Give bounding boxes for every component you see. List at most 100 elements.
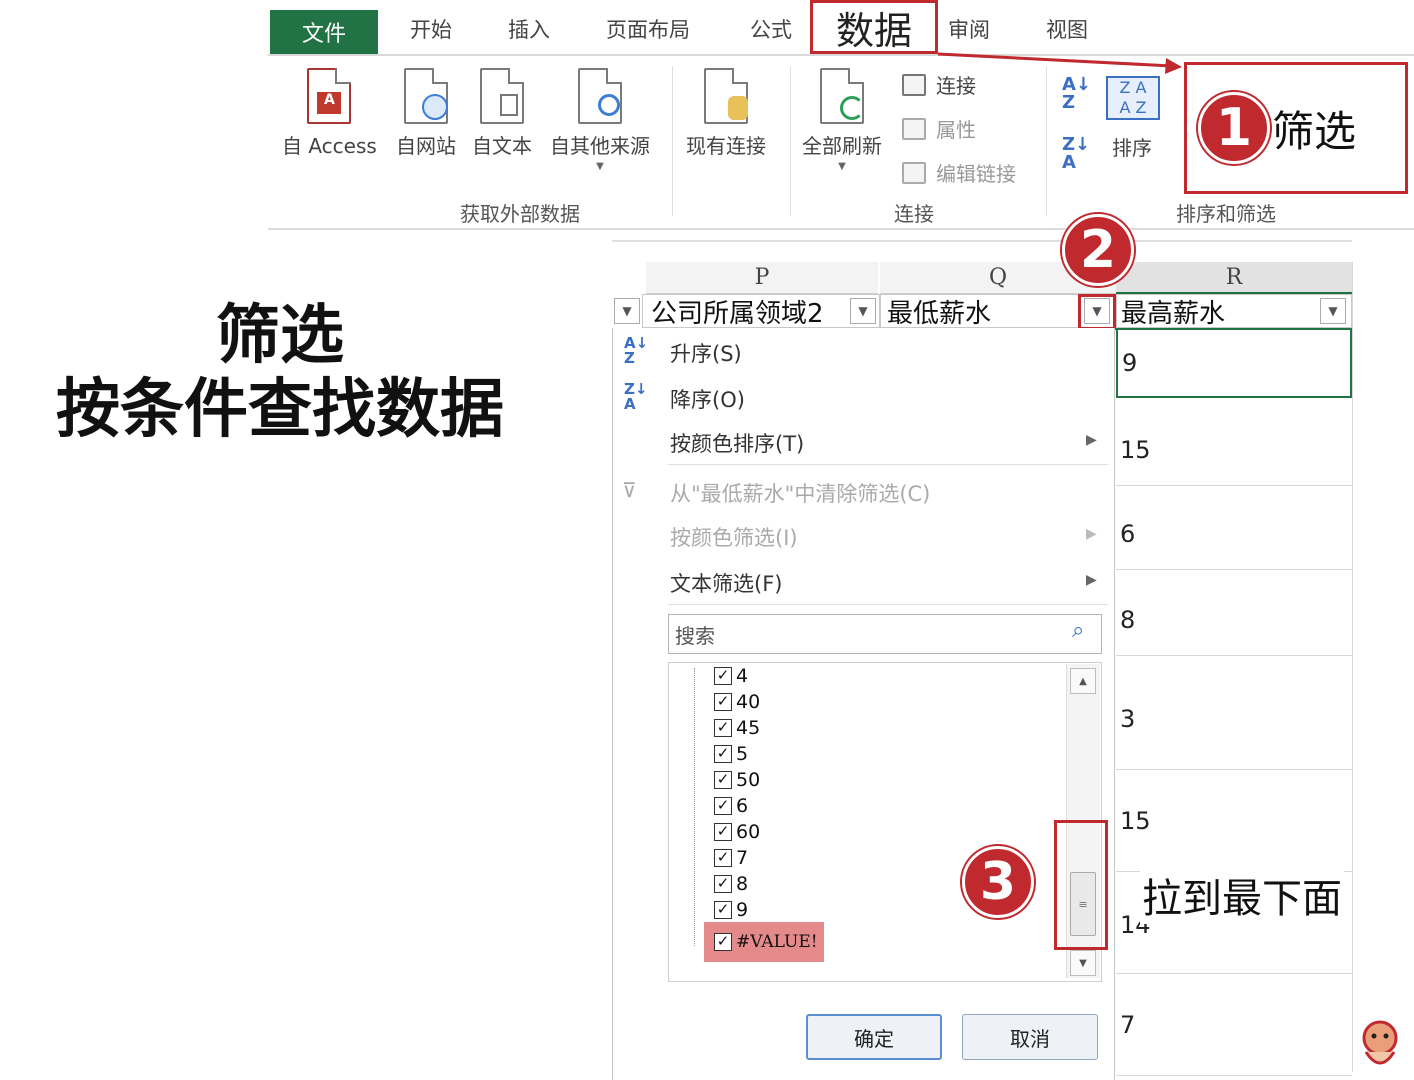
connection-icon (902, 73, 926, 96)
properties-button[interactable]: 属性 (902, 114, 976, 143)
ok-button[interactable]: 确定 (806, 1014, 942, 1060)
tab-data[interactable]: 数据 (810, 0, 938, 54)
from-text-label: 自文本 (472, 134, 532, 158)
cell-r[interactable]: 15 (1116, 414, 1352, 486)
checkbox-checked-icon[interactable]: ✓ (714, 667, 732, 685)
checkbox-checked-icon[interactable]: ✓ (714, 823, 732, 841)
list-item-label: 45 (736, 717, 761, 739)
checkbox-checked-icon[interactable]: ✓ (714, 933, 732, 951)
cell-r[interactable]: 3 (1116, 668, 1352, 770)
tab-page-layout[interactable]: 页面布局 (606, 14, 690, 44)
step-2-highlight (1078, 294, 1116, 330)
sort-a-to-z-icon[interactable]: A↓ Z (1062, 76, 1091, 112)
checkbox-checked-icon[interactable]: ✓ (714, 719, 732, 737)
chevron-down-icon: ▼ (1320, 298, 1346, 324)
refresh-all-button[interactable]: 全部刷新 ▼ (802, 68, 882, 172)
list-item-label: 9 (736, 899, 749, 921)
list-item-label: #VALUE! (736, 932, 818, 952)
list-item[interactable]: ✓ 4 (714, 664, 748, 688)
header-cell-industry[interactable]: 公司所属领域2 (642, 294, 880, 329)
header-cell-max-salary[interactable]: 最高薪水 (1116, 294, 1352, 329)
list-item-value-error[interactable]: ✓ #VALUE! (714, 930, 818, 954)
cell-r-selected[interactable]: 9 (1116, 328, 1352, 398)
list-item[interactable]: ✓ 5 (714, 742, 748, 766)
tree-line (694, 668, 695, 946)
list-item[interactable]: ✓ 40 (714, 690, 760, 714)
checkbox-checked-icon[interactable]: ✓ (714, 849, 732, 867)
step-3-highlight (1054, 820, 1108, 950)
edit-links-icon (902, 161, 926, 184)
filter-by-color-item[interactable]: 按颜色筛选(I) (670, 522, 798, 552)
filter-dropdown-r[interactable]: ▼ (1320, 298, 1346, 324)
cell-r[interactable]: 7 (1116, 974, 1352, 1076)
list-item[interactable]: ✓ 7 (714, 846, 748, 870)
search-icon: ⌕ (1072, 618, 1085, 643)
tab-insert[interactable]: 插入 (508, 14, 550, 44)
group-label-sort-filter: 排序和筛选 (1176, 202, 1276, 226)
ribbon-bottom-border (268, 228, 1414, 230)
submenu-arrow-icon: ▶ (1086, 432, 1097, 448)
step-1-badge: 1 (1198, 92, 1270, 164)
sort-descending-icon: Z↓ A (624, 380, 648, 413)
list-item-label: 50 (736, 769, 761, 791)
sort-by-color-item[interactable]: 按颜色排序(T) (670, 428, 804, 458)
existing-connections-button[interactable]: 现有连接 (686, 68, 766, 159)
menu-separator (668, 604, 1108, 605)
existing-connections-icon (704, 68, 748, 124)
filter-dropdown-p[interactable]: ▼ (850, 298, 876, 324)
group-label-connections: 连接 (894, 202, 934, 226)
list-item[interactable]: ✓ 6 (714, 794, 748, 818)
list-item-label: 4 (736, 665, 749, 687)
checkbox-checked-icon[interactable]: ✓ (714, 901, 732, 919)
scroll-up-button[interactable]: ▲ (1070, 668, 1096, 694)
from-text-button[interactable]: 自文本 (472, 68, 532, 159)
tab-file[interactable]: 文件 (270, 10, 378, 54)
from-web-label: 自网站 (396, 134, 456, 158)
column-header-r[interactable]: R (1116, 262, 1352, 294)
edit-links-label: 编辑链接 (936, 162, 1016, 186)
sort-ascending-item[interactable]: 升序(S) (670, 338, 742, 368)
list-item[interactable]: ✓ 8 (714, 872, 748, 896)
web-icon (404, 68, 448, 124)
step-3-badge: 3 (962, 846, 1034, 918)
filter-dropdown-o[interactable]: ▼ (614, 298, 640, 324)
sort-dialog-icon[interactable]: Z AA Z (1106, 76, 1160, 120)
dropdown-arrow-icon: ▼ (838, 161, 846, 172)
sort-descending-item[interactable]: 降序(O) (670, 384, 745, 414)
sort-z-to-a-icon[interactable]: Z↓ A (1062, 136, 1090, 172)
clear-filter-icon: ⊽ (622, 478, 637, 502)
group-separator (672, 66, 673, 216)
clear-filter-item[interactable]: 从"最低薪水"中清除筛选(C) (670, 478, 930, 508)
from-web-button[interactable]: 自网站 (396, 68, 456, 159)
from-access-button[interactable]: A 自 Access (282, 68, 377, 159)
filter-search-input[interactable]: 搜索 (668, 614, 1102, 654)
checkbox-checked-icon[interactable]: ✓ (714, 745, 732, 763)
list-item[interactable]: ✓ 9 (714, 898, 748, 922)
cell-r[interactable]: 6 (1116, 498, 1352, 570)
list-item-label: 60 (736, 821, 761, 843)
cell-r[interactable]: 8 (1116, 584, 1352, 656)
from-other-sources-button[interactable]: 自其他来源 ▼ (550, 68, 650, 172)
tab-formulas[interactable]: 公式 (750, 14, 792, 44)
list-item[interactable]: ✓ 60 (714, 820, 760, 844)
tab-home[interactable]: 开始 (410, 14, 452, 44)
column-header-p[interactable]: P (646, 262, 878, 294)
slide-title-line2: 按条件查找数据 (56, 372, 504, 447)
list-item[interactable]: ✓ 45 (714, 716, 760, 740)
refresh-icon (820, 68, 864, 124)
text-filter-item[interactable]: 文本筛选(F) (670, 568, 782, 598)
list-item[interactable]: ✓ 50 (714, 768, 760, 792)
list-item-label: 8 (736, 873, 749, 895)
list-item-label: 5 (736, 743, 749, 765)
slide-title-line1: 筛选 (216, 299, 344, 373)
cell-r[interactable]: 15 (1116, 770, 1352, 872)
scroll-down-button[interactable]: ▼ (1070, 950, 1096, 976)
group-separator (1046, 66, 1047, 216)
cancel-button[interactable]: 取消 (962, 1014, 1098, 1060)
checkbox-checked-icon[interactable]: ✓ (714, 875, 732, 893)
edit-links-button[interactable]: 编辑链接 (902, 158, 1016, 187)
checkbox-checked-icon[interactable]: ✓ (714, 693, 732, 711)
checkbox-checked-icon[interactable]: ✓ (714, 797, 732, 815)
checkbox-checked-icon[interactable]: ✓ (714, 771, 732, 789)
list-item-label: 40 (736, 691, 761, 713)
